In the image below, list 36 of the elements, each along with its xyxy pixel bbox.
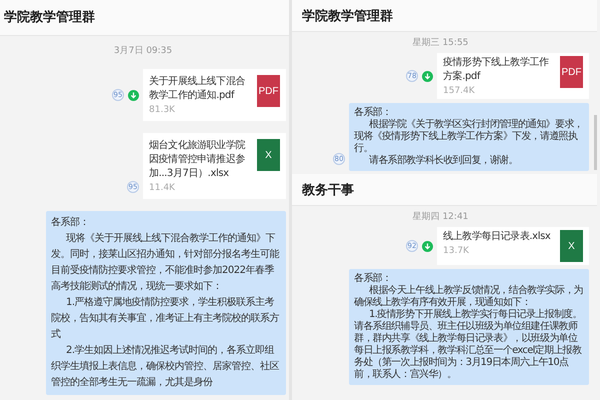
download-icon[interactable] <box>422 70 433 82</box>
file-type-icon: PDF <box>257 75 280 107</box>
file-name: 线上教学每日记录表.xlsx <box>443 230 552 244</box>
file-message-card[interactable]: 线上教学每日记录表.xlsx 13.7K X <box>437 227 589 265</box>
chat-title: 教务干事 <box>292 174 597 206</box>
message-paragraph: 2.学生如因上述情况推迟考试时间的，各系立即组织学生填报上表信息，确保校内管控、居家管控、社区管控的全部考生无一疏漏，尤其是身份 <box>51 344 280 390</box>
file-size: 13.7K <box>443 246 470 256</box>
file-size: 11.4K <box>149 183 176 193</box>
message-timestamp: 3月7日 09:35 <box>114 45 172 57</box>
file-size: 81.3K <box>149 105 176 115</box>
message-paragraph: 各系部： <box>354 107 392 118</box>
message-paragraph: 请各系部教学科长收到回复，谢谢。 <box>368 155 519 167</box>
message-paragraph: 根据今天上午线上教学反馈情况，结合教学实际，为确保线上教学有序有效开展，现通知如下： <box>354 285 584 308</box>
chat-title: 学院教学管理群 <box>292 0 597 32</box>
file-type-icon: PDF <box>560 56 583 88</box>
download-icon[interactable] <box>422 240 433 252</box>
chat-title: 学院教学管理群 <box>0 0 289 36</box>
download-icon[interactable] <box>128 90 139 100</box>
scrollbar[interactable] <box>594 115 597 170</box>
file-type-icon: X <box>560 230 583 262</box>
file-type-icon: X <box>257 139 280 171</box>
file-name: 烟台文化旅游职业学院因疫情管控申请推迟参加...3月7日）.xlsx <box>149 139 246 181</box>
file-name: 疫情形势下线上教学工作方案.pdf <box>443 56 550 84</box>
file-message-card[interactable]: 烟台文化旅游职业学院因疫情管控申请推迟参加...3月7日）.xlsx 11.4K X <box>143 133 286 199</box>
file-message-card[interactable]: 关于开展线上线下混合教学工作的通知.pdf 81.3K PDF <box>143 69 286 121</box>
message-paragraph: 1.严格遵守属地疫情防控要求，学生积极联系主考院校，告知其有关事宜，准考证上有主考院校的联系方式 <box>51 296 280 342</box>
file-name: 关于开展线上线下混合教学工作的通知.pdf <box>149 75 246 103</box>
message-paragraph: 各系部： <box>51 216 90 230</box>
message-paragraph: 根据学院《关于教学区实行封闭管理的通知》要求，现将《疫情形势下线上教学工作方案》下发，请遵照执行。 <box>354 119 584 154</box>
message-timestamp: 星期三 15:55 <box>412 36 468 49</box>
file-size: 157.4K <box>443 86 476 96</box>
file-message-card[interactable]: 疫情形势下线上教学工作方案.pdf 157.4K PDF <box>437 53 589 99</box>
message-paragraph: 各系部： <box>354 273 392 284</box>
message-timestamp: 星期四 12:41 <box>412 210 468 223</box>
message-paragraph: 1.疫情形势下开展线上教学实行每日记录上报制度。请各系组织辅导员、班主任以班级为单位组建任课教师群，群内共享《线上教学每日记录表》，以班级为单位每日上报系教学科，教学科汇总至一个excel定期上报教务处（第一次上报时间为：3月19日本周六上午10点前，联系人：宫兴华）。 <box>354 309 583 381</box>
message-paragraph: 现将《关于开展线上线下混合教学工作的通知》下发。同时，接莱山区招办通知，针对部分报名考生可能目前受疫情防控要求管控，不能准时参加2022年春季高考技能测试的情况，现统一要求如下： <box>51 232 280 294</box>
